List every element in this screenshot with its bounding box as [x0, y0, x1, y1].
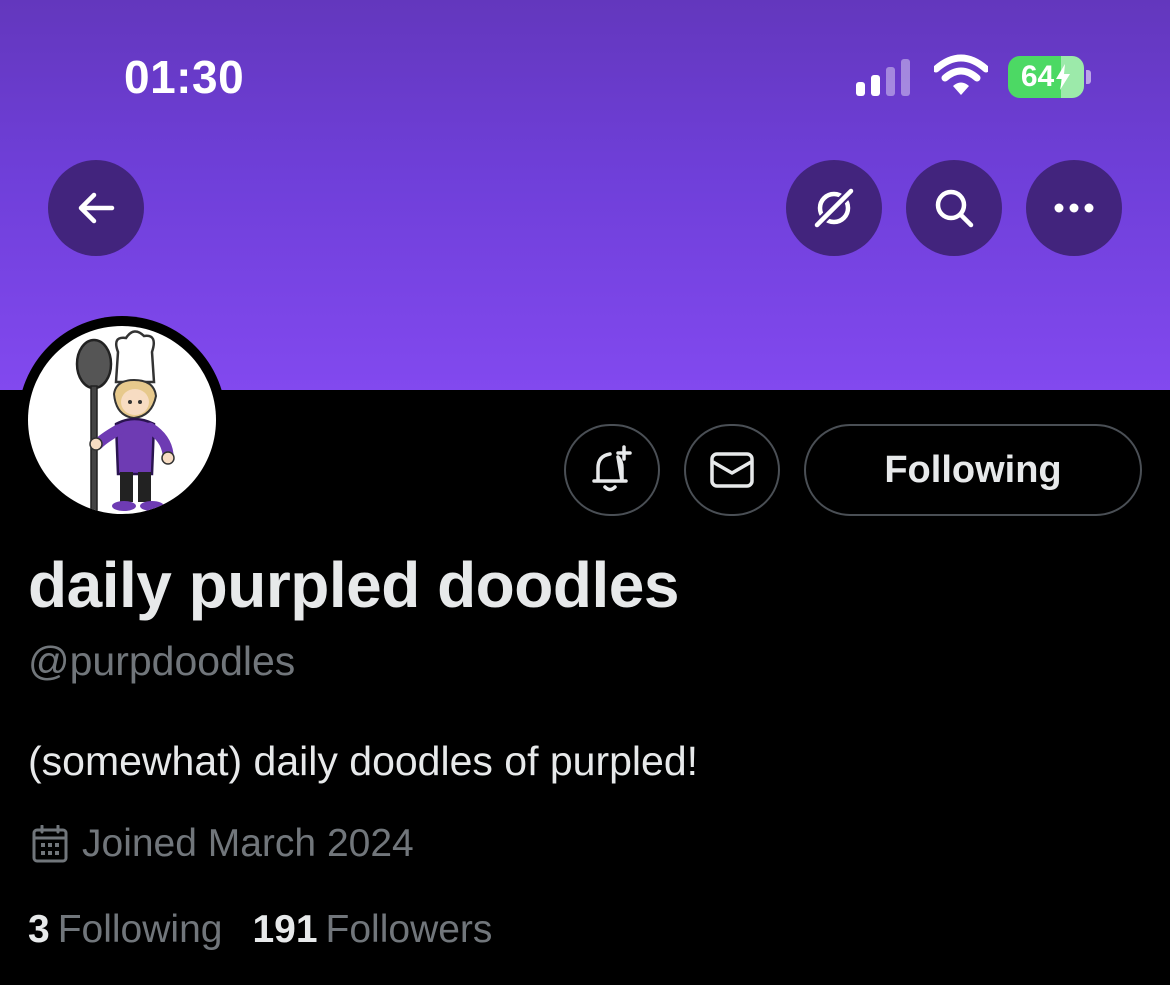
followers-link[interactable]: 191 Followers — [252, 908, 492, 952]
back-arrow-icon — [78, 192, 115, 224]
followers-label: Followers — [325, 908, 493, 951]
handle: @purpdoodles — [28, 638, 296, 684]
notify-button[interactable] — [564, 424, 660, 516]
cellular-signal-icon — [856, 58, 916, 96]
bell-plus-icon — [592, 445, 632, 492]
battery-charging-icon: 64 — [1008, 56, 1084, 98]
following-button[interactable]: Following — [804, 424, 1142, 516]
envelope-icon — [710, 452, 754, 488]
following-count: 3 — [28, 908, 50, 951]
search-icon — [935, 189, 974, 228]
battery-terminal — [1086, 70, 1091, 84]
followers-count: 191 — [252, 908, 318, 951]
search-button[interactable] — [906, 160, 1002, 256]
more-button[interactable] — [1026, 160, 1122, 256]
following-link[interactable]: 3 Following — [28, 908, 222, 952]
follow-counts: 3 Following 191 Followers — [28, 908, 492, 952]
chef-character-avatar — [75, 330, 175, 513]
battery-percent: 64 — [1020, 60, 1055, 93]
joined-date: Joined March 2024 — [32, 822, 414, 866]
back-button[interactable] — [48, 160, 144, 256]
display-name: daily purpled doodles — [28, 549, 679, 621]
calendar-icon — [32, 825, 68, 863]
charging-bolt-icon — [1056, 64, 1071, 90]
more-icon — [1054, 203, 1094, 213]
message-button[interactable] — [684, 424, 780, 516]
avatar[interactable] — [18, 316, 226, 524]
joined-text: Joined March 2024 — [82, 822, 414, 865]
grok-button[interactable] — [786, 160, 882, 256]
grok-icon — [812, 186, 856, 230]
bio: (somewhat) daily doodles of purpled! — [28, 738, 699, 784]
status-time: 01:30 — [124, 51, 245, 103]
following-label: Following — [57, 908, 223, 951]
wifi-icon — [934, 54, 988, 95]
